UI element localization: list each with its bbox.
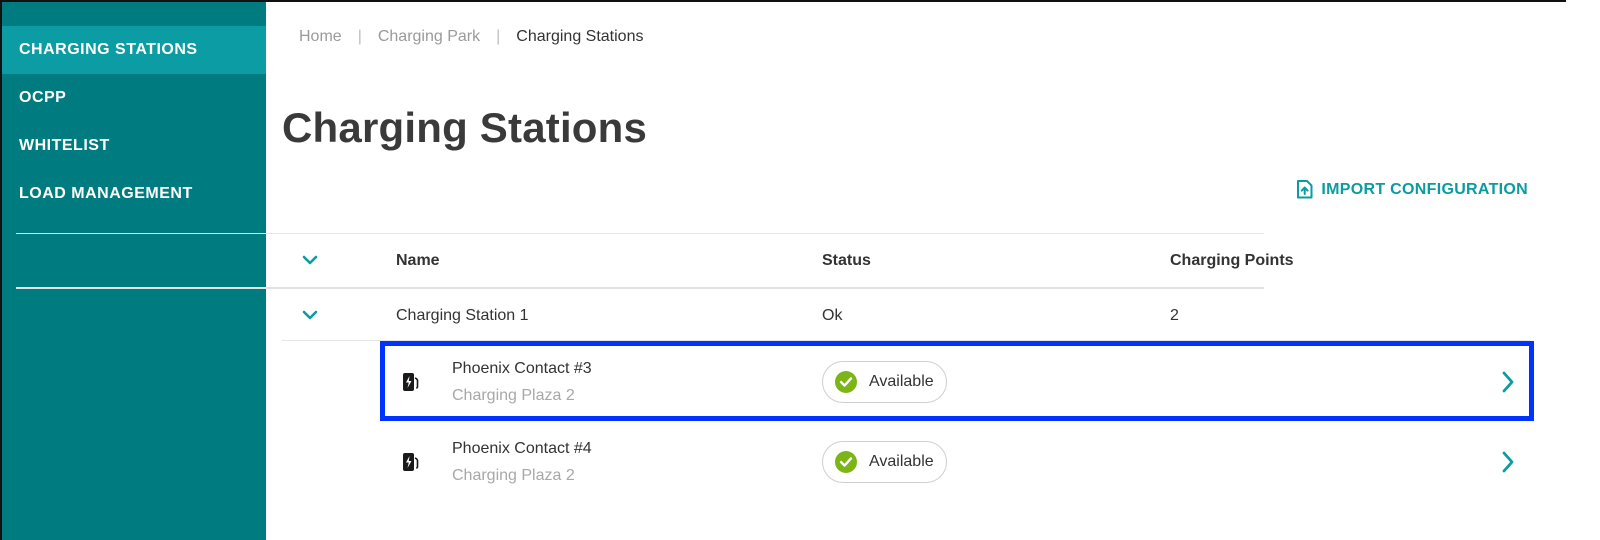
file-upload-icon <box>1297 180 1313 199</box>
sidebar: CHARGING STATIONS OCPP WHITELIST LOAD MA… <box>2 2 266 540</box>
chevron-right-icon[interactable] <box>1500 450 1516 474</box>
breadcrumb-separator: | <box>496 28 501 45</box>
check-icon <box>835 451 857 473</box>
sidebar-item-ocpp[interactable]: OCPP <box>2 74 266 122</box>
sidebar-item-charging-stations[interactable]: CHARGING STATIONS <box>2 26 266 74</box>
status-badge-label: Available <box>869 453 934 470</box>
charging-point-icon <box>403 453 419 471</box>
chevron-down-icon[interactable] <box>300 308 320 322</box>
table-top-divider <box>16 233 1264 234</box>
column-header-charging-points[interactable]: Charging Points <box>1170 252 1294 270</box>
sidebar-item-load-management[interactable]: LOAD MANAGEMENT <box>2 170 266 218</box>
right-margin <box>1566 0 1600 540</box>
column-header-status[interactable]: Status <box>822 252 871 270</box>
station-charging-points-count: 2 <box>1170 307 1179 324</box>
charging-point-location: Charging Plaza 2 <box>452 467 575 484</box>
breadcrumb-charging-park[interactable]: Charging Park <box>378 28 480 46</box>
status-badge: Available <box>822 441 947 483</box>
breadcrumb: Home | Charging Park | Charging Stations <box>299 28 643 46</box>
station-name[interactable]: Charging Station 1 <box>396 307 529 325</box>
sidebar-item-whitelist[interactable]: WHITELIST <box>2 122 266 170</box>
header-divider <box>16 287 1264 289</box>
sidebar-top-spacer <box>2 2 266 26</box>
charging-point-name[interactable]: Phoenix Contact #4 <box>452 440 592 458</box>
chevron-down-icon[interactable] <box>300 253 320 267</box>
breadcrumb-separator: | <box>357 28 362 45</box>
page-title: Charging Stations <box>282 104 648 151</box>
highlight-box <box>380 341 1534 421</box>
station-status: Ok <box>822 307 843 324</box>
import-configuration-label: IMPORT CONFIGURATION <box>1321 180 1528 198</box>
breadcrumb-current: Charging Stations <box>516 28 644 45</box>
column-header-name[interactable]: Name <box>396 252 440 270</box>
import-configuration-button[interactable]: IMPORT CONFIGURATION <box>1296 180 1528 199</box>
breadcrumb-home[interactable]: Home <box>299 28 342 46</box>
